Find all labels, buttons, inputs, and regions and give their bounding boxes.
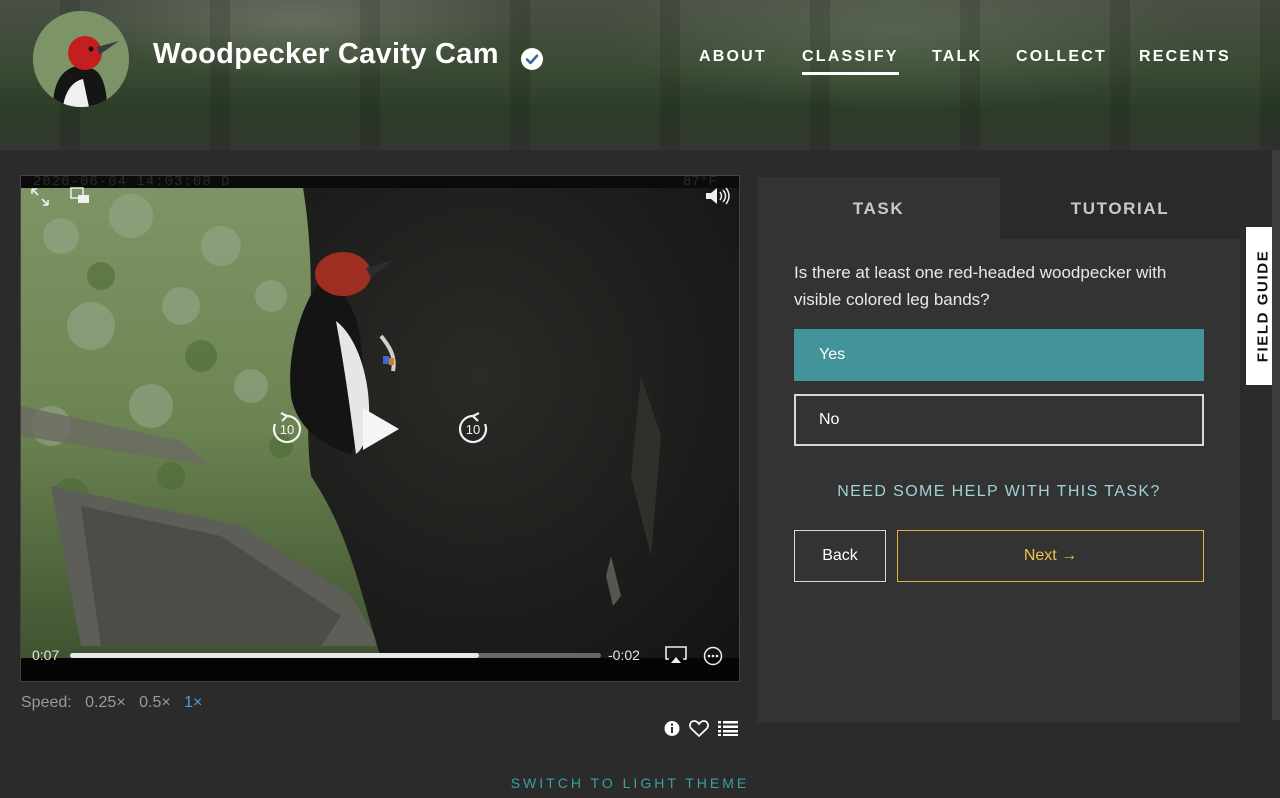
speed-option-1[interactable]: 1× [184, 694, 202, 711]
speed-option-0-25[interactable]: 0.25× [85, 694, 125, 711]
task-help-link[interactable]: NEED SOME HELP WITH THIS TASK? [794, 483, 1204, 501]
switch-theme-link[interactable]: SWITCH TO LIGHT THEME [0, 775, 1260, 791]
page-scrollbar[interactable] [1272, 150, 1280, 720]
skip-back-10-button[interactable]: 10 [270, 412, 304, 446]
project-title[interactable]: Woodpecker Cavity Cam [153, 38, 499, 71]
project-avatar[interactable] [33, 11, 129, 107]
nav-recents[interactable]: RECENTS [1139, 48, 1231, 66]
task-panel: TASK TUTORIAL Is there at least one red-… [757, 177, 1240, 723]
info-icon[interactable] [664, 720, 680, 737]
task-question: Is there at least one red-headed woodpec… [794, 263, 1167, 309]
field-guide-label: FIELD GUIDE [1254, 249, 1272, 363]
video-timestamp-overlay: 2020-06-04 14:03:08 D [33, 175, 231, 190]
list-icon[interactable] [718, 720, 738, 736]
playback-speed-selector: Speed: 0.25× 0.5× 1× [21, 694, 211, 712]
video-progress-bar[interactable] [70, 653, 601, 658]
nav-about[interactable]: ABOUT [699, 48, 767, 66]
play-icon[interactable] [359, 405, 403, 453]
back-button[interactable]: Back [794, 530, 886, 582]
fullscreen-icon[interactable] [29, 186, 51, 208]
task-tabs: TASK TUTORIAL [757, 177, 1240, 239]
heart-icon[interactable] [689, 720, 709, 737]
video-current-time: 0:07 [32, 647, 60, 663]
speed-option-0-5[interactable]: 0.5× [139, 694, 171, 711]
answer-no-button[interactable]: No [794, 394, 1204, 446]
volume-icon[interactable] [704, 185, 732, 207]
subject-video-player[interactable]: 2020-06-04 14:03:08 D 87°F 10 10 0:07 -0… [20, 175, 740, 682]
skip-forward-label: 10 [466, 422, 480, 437]
nav-classify[interactable]: CLASSIFY [802, 48, 899, 75]
tab-task[interactable]: TASK [757, 177, 1000, 239]
project-header: Woodpecker Cavity Cam ABOUT CLASSIFY TAL… [0, 0, 1280, 150]
verified-badge-icon [521, 48, 543, 70]
next-button[interactable]: Next → [897, 530, 1204, 582]
skip-back-label: 10 [280, 422, 294, 437]
tab-tutorial[interactable]: TUTORIAL [1000, 177, 1240, 239]
skip-forward-10-button[interactable]: 10 [456, 412, 490, 446]
skip-forward-10-icon: 10 [458, 412, 488, 444]
nav-talk[interactable]: TALK [932, 48, 982, 66]
airplay-icon[interactable] [665, 646, 687, 664]
video-remaining-time: -0:02 [608, 647, 640, 663]
answer-yes-button[interactable]: Yes [794, 329, 1204, 381]
nav-collect[interactable]: COLLECT [1016, 48, 1107, 66]
video-progress-fill [70, 653, 479, 658]
skip-back-10-icon: 10 [272, 412, 302, 444]
picture-in-picture-icon[interactable] [69, 186, 91, 206]
speed-label: Speed: [21, 694, 72, 711]
more-options-icon[interactable] [703, 646, 723, 666]
